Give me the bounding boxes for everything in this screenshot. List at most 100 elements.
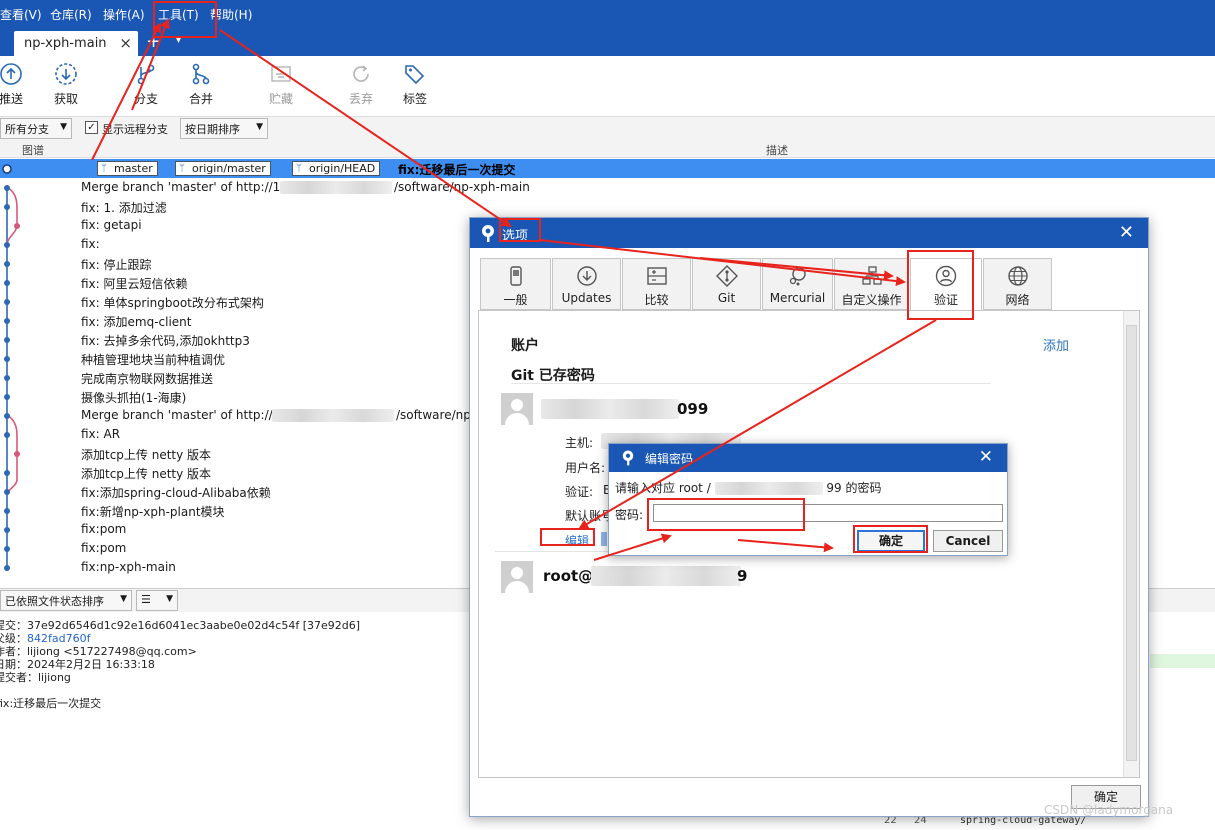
account-name-prefix: root@ <box>543 567 594 585</box>
avatar <box>501 561 533 593</box>
commit-message: 添加tcp上传 netty 版本 <box>81 448 212 462</box>
branch-filter-select[interactable]: 所有分支 ▼ <box>0 118 72 139</box>
password-ok-button[interactable]: 确定 <box>857 530 925 552</box>
merge-label: 合并 <box>188 92 213 106</box>
push-icon <box>0 63 22 85</box>
repo-tab-label: np-xph-main <box>24 36 107 51</box>
branch-tag-origin-master: origin/master <box>175 161 271 176</box>
list-icon: ☰ <box>141 593 151 606</box>
branch-filter-value: 所有分支 <box>5 123 49 136</box>
commit-row[interactable]: Merge branch 'master' of http://1 /softw… <box>0 178 1215 197</box>
repo-tab[interactable]: np-xph-main × <box>14 31 138 56</box>
fetch-label: 获取 <box>53 92 78 106</box>
chevron-down-icon: ▼ <box>120 594 127 604</box>
tab-label: Mercurial <box>769 291 826 305</box>
tab-general[interactable]: 一般 <box>480 258 551 310</box>
git-icon <box>715 265 738 287</box>
host-label: 主机: <box>565 436 594 450</box>
chevron-down-icon: ▼ <box>166 594 173 604</box>
graph-column-header[interactable]: 图谱 <box>22 142 44 158</box>
tag-button[interactable]: 标签 <box>390 62 440 107</box>
scrollbar-thumb[interactable] <box>1126 325 1137 761</box>
view-mode-select[interactable]: ☰ ▼ <box>136 590 178 611</box>
discard-button[interactable]: 丢弃 <box>336 62 386 107</box>
commit-row-selected[interactable]: master origin/master origin/HEAD fix:迁移最… <box>0 159 1215 178</box>
edit-password-dialog: 编辑密码 ✕ 请输入对应 root / 99 的密码 密码: 确定 Cancel <box>608 443 1008 556</box>
file-sort-select[interactable]: 已依照文件状态排序 ▼ <box>0 590 132 611</box>
sourcetree-window: 查看(V) 仓库(R) 操作(A) 工具(T) 帮助(H) np-xph-mai… <box>0 0 1215 830</box>
tab-label: Updates <box>561 291 612 305</box>
commit-message: fix: 添加emq-client <box>81 315 192 329</box>
menu-tools[interactable]: 工具(T) <box>158 6 199 23</box>
sort-value: 按日期排序 <box>185 123 240 136</box>
tab-git[interactable]: Git <box>692 258 761 310</box>
branch-button[interactable]: 分支 <box>121 62 171 107</box>
sourcetree-logo-icon <box>622 450 634 466</box>
commit-message: fix: 阿里云短信依赖 <box>81 277 188 291</box>
commit-message: fix:新增np-xph-plant模块 <box>81 505 225 519</box>
add-account-link[interactable]: 添加 <box>1043 335 1069 354</box>
close-icon[interactable]: ✕ <box>979 447 993 467</box>
chevron-down-icon: ▼ <box>256 122 263 132</box>
close-icon[interactable]: ✕ <box>1119 222 1134 243</box>
file-sort-value: 已依照文件状态排序 <box>5 595 104 608</box>
tab-label: 自定义操作 <box>841 293 902 307</box>
close-icon[interactable]: × <box>119 34 132 52</box>
menu-view[interactable]: 查看(V) <box>0 6 42 23</box>
tab-authentication[interactable]: 验证 <box>910 258 982 312</box>
commit-message: fix:添加spring-cloud-Alibaba依赖 <box>81 486 271 500</box>
menu-actions[interactable]: 操作(A) <box>103 6 145 23</box>
password-input[interactable] <box>653 504 1003 522</box>
detail-label: 提交者： <box>0 671 38 684</box>
avatar <box>501 393 533 425</box>
menu-repository[interactable]: 仓库(R) <box>50 6 92 23</box>
commit-message: fix:np-xph-main <box>81 560 176 574</box>
add-tab-button[interactable]: + <box>146 31 161 52</box>
commit-message: fix: 单体springboot改分布式架构 <box>81 296 264 310</box>
merge-button[interactable]: 合并 <box>176 62 226 107</box>
password-prompt: 请输入对应 root / 99 的密码 <box>615 479 881 496</box>
edit-account-link[interactable]: 编辑 <box>565 532 589 549</box>
tab-label: 一般 <box>503 293 528 307</box>
repo-tab-bar: np-xph-main × + ▾ <box>0 28 1215 56</box>
tab-label: 网络 <box>1005 293 1030 307</box>
tab-label: 验证 <box>933 293 958 307</box>
commit-message: fix: getapi <box>81 218 142 232</box>
commit-row[interactable]: fix: 1. 添加过滤 <box>0 197 1215 216</box>
general-icon <box>509 266 522 286</box>
tab-label: Git <box>717 291 736 305</box>
committer-value: lijiong <box>38 671 71 684</box>
commit-message: 完成南京物联网数据推送 <box>81 372 214 386</box>
chevron-down-icon[interactable]: ▾ <box>176 35 181 46</box>
show-remote-checkbox[interactable]: ✓ <box>85 121 98 134</box>
stash-icon <box>271 66 291 82</box>
commit-message-tail: /software/np-xph-main <box>394 180 530 194</box>
password-cancel-button[interactable]: Cancel <box>933 530 1003 552</box>
redacted-region <box>541 399 679 419</box>
tab-network[interactable]: 网络 <box>983 258 1052 310</box>
tab-updates[interactable]: Updates <box>552 258 621 310</box>
commit-message: 种植管理地块当前种植调优 <box>81 353 226 367</box>
vertical-scrollbar[interactable] <box>1123 311 1139 777</box>
sort-select[interactable]: 按日期排序 ▼ <box>180 118 268 139</box>
password-prompt-prefix: 请输入对应 root / <box>615 481 711 495</box>
mercurial-icon <box>789 267 806 286</box>
tab-mercurial[interactable]: Mercurial <box>762 258 833 310</box>
tab-custom-actions[interactable]: 自定义操作 <box>834 258 909 310</box>
commit-message: Merge branch 'master' of http:// <box>81 408 273 422</box>
discard-label: 丢弃 <box>348 92 373 106</box>
column-header: 图谱 描述 <box>0 140 1215 158</box>
auth-type-label: 验证: <box>565 485 594 499</box>
fetch-button[interactable]: 获取 <box>41 62 91 107</box>
stash-button[interactable]: 贮藏 <box>256 62 306 107</box>
commit-message: fix:pom <box>81 522 127 536</box>
description-column-header[interactable]: 描述 <box>766 142 788 158</box>
commit-message: fix: 停止跟踪 <box>81 258 152 272</box>
commit-message: 添加tcp上传 netty 版本 <box>81 467 212 481</box>
remove-link-fragment[interactable] <box>601 532 607 546</box>
updates-icon <box>576 266 597 286</box>
tab-compare[interactable]: 比较 <box>622 258 691 310</box>
push-button[interactable]: 推送 <box>0 62 36 107</box>
menu-help[interactable]: 帮助(H) <box>210 6 252 23</box>
filter-bar: 所有分支 ▼ ✓ 显示远程分支 按日期排序 ▼ <box>0 116 1215 140</box>
